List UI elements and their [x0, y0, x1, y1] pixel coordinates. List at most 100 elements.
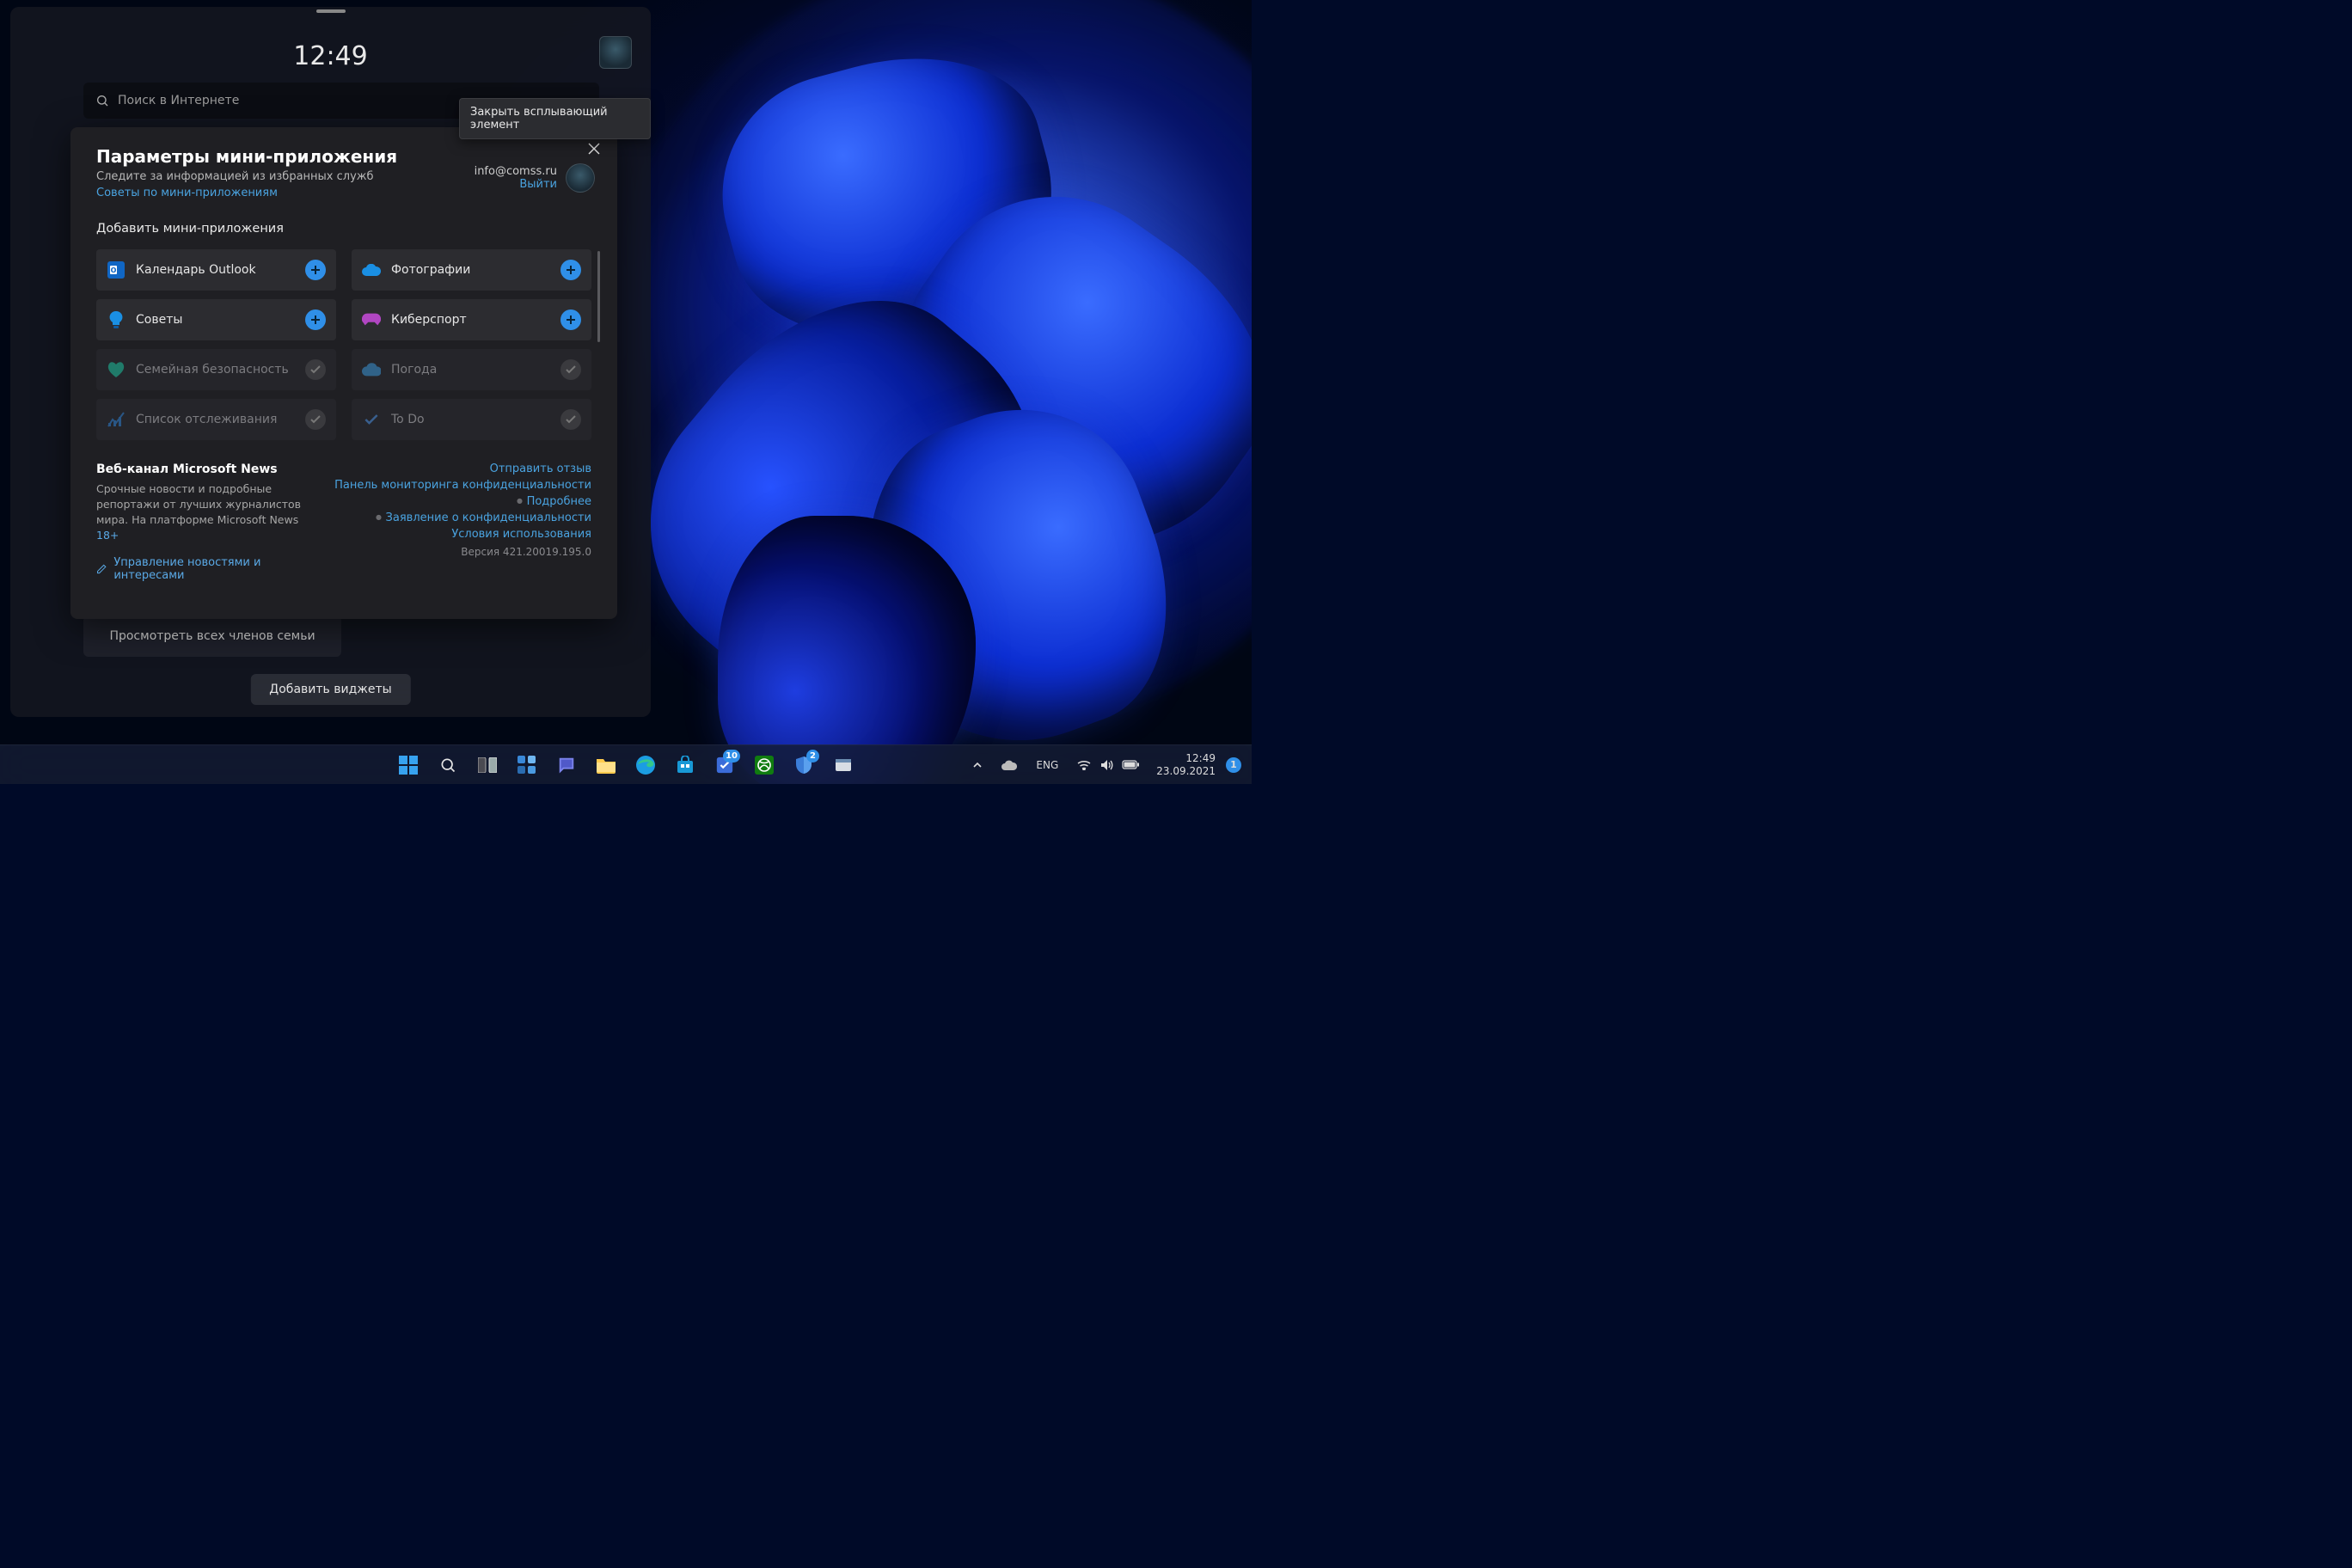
- quick-settings-button[interactable]: [1070, 748, 1146, 782]
- version-label: Версия 421.20019.195.0: [461, 546, 591, 558]
- terms-link[interactable]: Условия использования: [451, 528, 591, 541]
- close-button[interactable]: [585, 139, 603, 158]
- add-widget-button[interactable]: [305, 309, 326, 330]
- search-icon: [95, 94, 109, 107]
- widget-card-label: Список отслеживания: [136, 413, 295, 426]
- widget-card-todo[interactable]: To Do: [352, 399, 591, 440]
- close-icon: [588, 143, 600, 155]
- tray-overflow-button[interactable]: [965, 748, 989, 782]
- manage-news-link[interactable]: Управление новостями и интересами: [96, 556, 309, 582]
- widget-card-esports[interactable]: Киберспорт: [352, 299, 591, 340]
- search-icon: [439, 756, 456, 774]
- taskbar-search-button[interactable]: [431, 748, 465, 782]
- xbox-icon: [755, 756, 774, 775]
- widget-card-label: Семейная безопасность: [136, 363, 295, 377]
- system-tray: ENG 12:49 23.09.2021 1: [965, 748, 1246, 782]
- wifi-icon: [1077, 760, 1091, 770]
- account-avatar[interactable]: [566, 163, 595, 193]
- widget-card-label: Фотографии: [391, 263, 550, 277]
- weather-icon: [362, 360, 381, 379]
- folder-icon: [596, 756, 616, 774]
- task-view-button[interactable]: [470, 748, 505, 782]
- tips-icon: [107, 310, 126, 329]
- battery-icon: [1122, 760, 1139, 769]
- pencil-icon: [96, 563, 107, 575]
- add-widget-button[interactable]: [305, 260, 326, 280]
- widget-added-indicator: [305, 359, 326, 380]
- settings-footer: Веб-канал Microsoft News Срочные новости…: [96, 462, 591, 582]
- widget-card-outlook[interactable]: O Календарь Outlook: [96, 249, 336, 291]
- chat-button[interactable]: [549, 748, 584, 782]
- taskbar: 10 2 ENG 12:49 23.09.2021: [0, 744, 1252, 784]
- onedrive-icon: [1001, 760, 1017, 770]
- esports-icon: [362, 310, 381, 329]
- widget-settings-popup: Параметры мини-приложения Следите за инф…: [70, 127, 617, 619]
- taskbar-time: 12:49: [1156, 752, 1216, 765]
- sign-out-link[interactable]: Выйти: [475, 178, 557, 191]
- security-button[interactable]: 2: [787, 748, 821, 782]
- widget-card-label: Советы: [136, 313, 295, 327]
- file-explorer-button[interactable]: [589, 748, 623, 782]
- widget-card-label: To Do: [391, 413, 550, 426]
- onedrive-icon: [362, 260, 381, 279]
- widgets-icon: [518, 756, 536, 775]
- account-block: info@comss.ru Выйти: [475, 163, 595, 193]
- generic-app-icon: [834, 756, 853, 775]
- edge-button[interactable]: [628, 748, 663, 782]
- learn-more-link[interactable]: Подробнее: [517, 495, 591, 508]
- onedrive-tray-button[interactable]: [995, 748, 1024, 782]
- edge-icon: [636, 756, 655, 775]
- widget-added-indicator: [560, 409, 581, 430]
- widgets-button[interactable]: [510, 748, 544, 782]
- widget-added-indicator: [305, 409, 326, 430]
- add-widget-button[interactable]: [560, 260, 581, 280]
- widgets-clock: 12:49: [293, 41, 367, 71]
- outlook-icon: O: [107, 260, 126, 279]
- widget-card-weather[interactable]: Погода: [352, 349, 591, 390]
- todo-button[interactable]: 10: [707, 748, 742, 782]
- scrollbar-thumb[interactable]: [597, 251, 600, 342]
- store-button[interactable]: [668, 748, 702, 782]
- add-widgets-section-title: Добавить мини-приложения: [96, 222, 591, 236]
- stocks-icon: [107, 410, 126, 429]
- language-indicator[interactable]: ENG: [1029, 748, 1065, 782]
- panel-grip-icon[interactable]: [316, 9, 346, 13]
- todo-badge: 10: [723, 750, 740, 763]
- news-feed-title: Веб-канал Microsoft News: [96, 462, 309, 476]
- widgets-panel: 12:49 Просмотреть всех членов семьи Доба…: [10, 7, 651, 717]
- privacy-dashboard-link[interactable]: Панель мониторинга конфиденциальности: [334, 479, 591, 492]
- chevron-up-icon: [972, 760, 983, 770]
- taskbar-clock[interactable]: 12:49 23.09.2021: [1151, 752, 1221, 778]
- app-button[interactable]: [826, 748, 861, 782]
- widget-card-onedrive[interactable]: Фотографии: [352, 249, 591, 291]
- widget-card-family[interactable]: Семейная безопасность: [96, 349, 336, 390]
- add-widget-button[interactable]: [560, 309, 581, 330]
- age-badge: 18+: [96, 529, 119, 542]
- security-badge: 2: [806, 750, 819, 763]
- windows-icon: [399, 756, 418, 775]
- todo-icon: [362, 410, 381, 429]
- family-icon: [107, 360, 126, 379]
- add-widgets-button[interactable]: Добавить виджеты: [250, 674, 410, 705]
- see-family-button[interactable]: Просмотреть всех членов семьи: [83, 616, 341, 657]
- feedback-link[interactable]: Отправить отзыв: [490, 462, 591, 475]
- widget-added-indicator: [560, 359, 581, 380]
- store-icon: [676, 756, 695, 775]
- start-button[interactable]: [391, 748, 426, 782]
- xbox-button[interactable]: [747, 748, 781, 782]
- widget-grid: O Календарь Outlook Фотографии Советы Киберс…: [96, 249, 591, 440]
- account-email: info@comss.ru: [475, 165, 557, 178]
- user-avatar-button[interactable]: [599, 36, 632, 69]
- taskbar-date: 23.09.2021: [1156, 765, 1216, 778]
- chat-icon: [557, 756, 576, 775]
- task-view-icon: [478, 757, 497, 773]
- privacy-statement-link[interactable]: Заявление о конфиденциальности: [376, 511, 591, 524]
- close-tooltip: Закрыть всплывающий элемент: [459, 98, 651, 139]
- notification-center-button[interactable]: 1: [1226, 757, 1241, 773]
- volume-icon: [1099, 759, 1113, 771]
- widget-card-label: Киберспорт: [391, 313, 550, 327]
- widget-card-label: Календарь Outlook: [136, 263, 295, 277]
- svg-text:O: O: [111, 266, 117, 274]
- widget-card-tips[interactable]: Советы: [96, 299, 336, 340]
- widget-card-stocks[interactable]: Список отслеживания: [96, 399, 336, 440]
